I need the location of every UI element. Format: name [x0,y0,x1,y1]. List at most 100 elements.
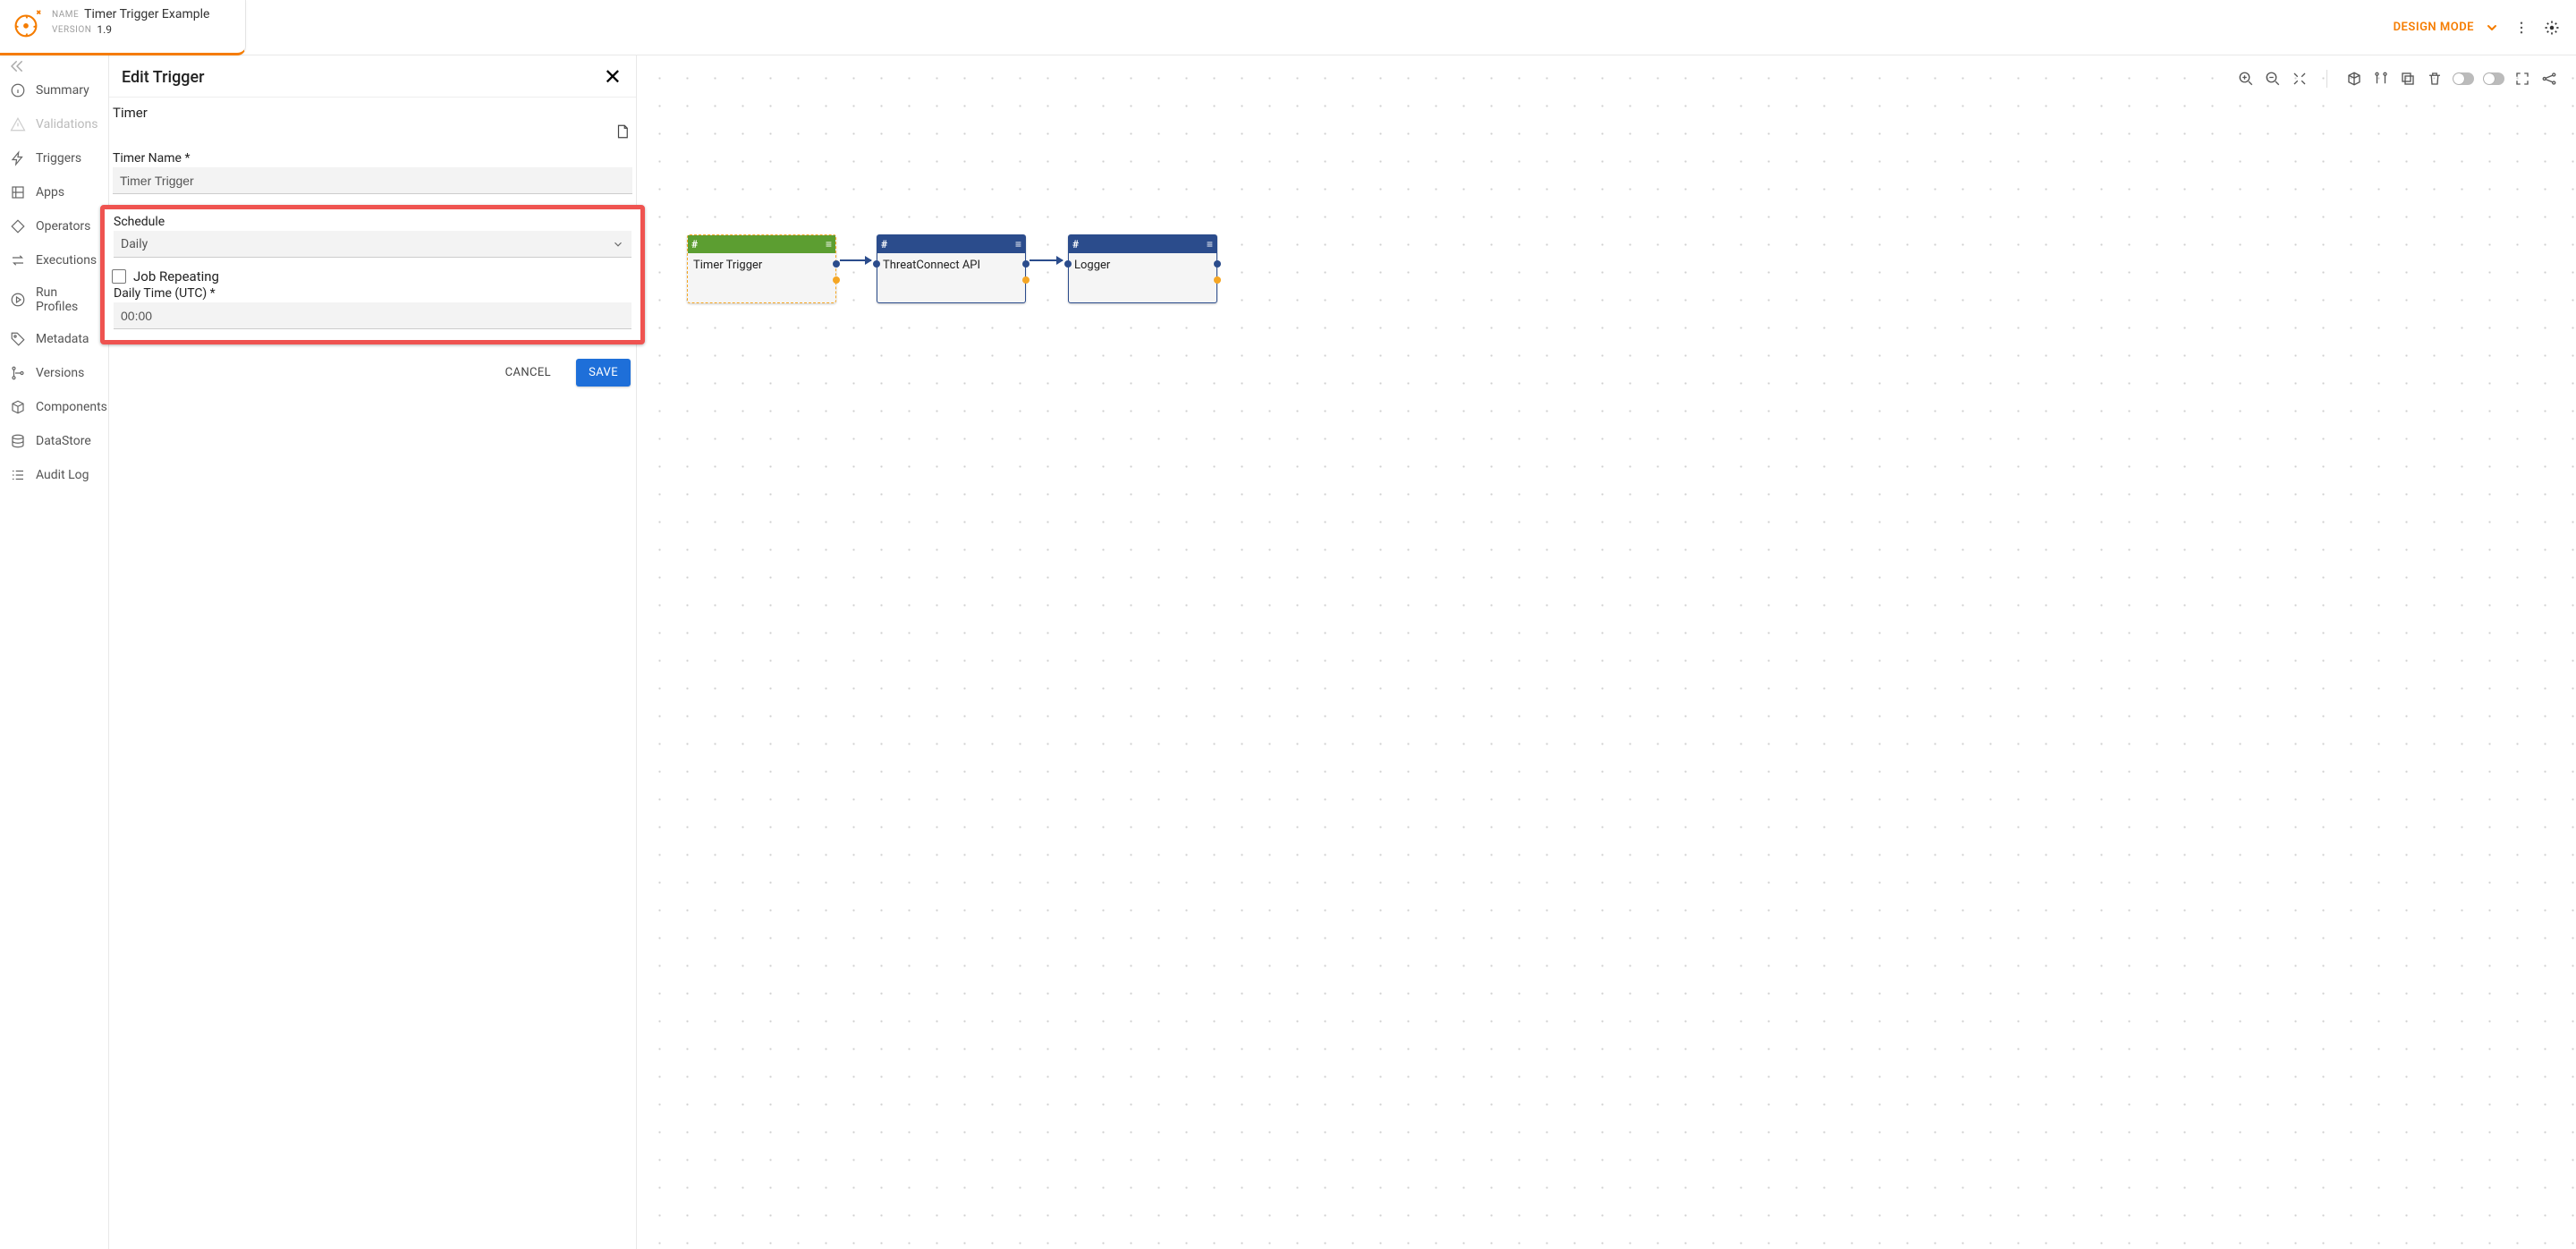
playbook-icon [9,7,43,41]
node-menu-icon[interactable]: ≡ [826,238,832,251]
schedule-highlight-box: Schedule Daily Job Repeating Daily Time … [100,205,645,344]
sidebar-item-label: Executions [36,253,97,268]
warning-icon [9,115,27,133]
daily-time-input[interactable] [114,302,631,329]
info-icon [9,81,27,99]
sidebar-item-triggers[interactable]: Triggers [0,141,108,175]
trigger-type-label: Timer [113,105,148,121]
document-icon[interactable] [614,123,631,144]
schedule-label: Schedule [114,215,631,229]
port-out-fail[interactable] [1214,276,1221,284]
design-mode-button[interactable]: DESIGN MODE [2394,21,2499,35]
timer-name-input[interactable] [113,167,632,194]
hash-icon: # [691,238,698,251]
node-menu-icon[interactable]: ≡ [1015,238,1021,251]
chevron-down-icon [612,238,624,251]
toggle-1[interactable] [2453,72,2474,85]
sidebar-item-label: Validations [36,117,97,132]
port-in[interactable] [1064,260,1072,268]
node-title: Logger [1069,253,1216,277]
copy-icon[interactable] [2399,70,2417,88]
arrows-icon [9,251,27,269]
playbook-header-tab: NAME Timer Trigger Example VERSION 1.9 [0,0,246,55]
port-out-fail[interactable] [1022,276,1030,284]
align-icon[interactable] [2372,70,2390,88]
save-button[interactable]: SAVE [576,359,631,387]
top-toolbar: DESIGN MODE [0,0,2576,55]
panel-title: Edit Trigger [122,68,205,87]
hash-icon: # [881,238,887,251]
list-icon [9,466,27,484]
sidebar-item-datastore[interactable]: DataStore [0,424,108,458]
cube-icon[interactable] [2345,70,2363,88]
sidebar: Summary Validations Triggers Apps Operators E… [0,55,109,1249]
sidebar-item-summary[interactable]: Summary [0,73,108,107]
version-value: 1.9 [97,23,112,36]
fullscreen-icon[interactable] [2513,70,2531,88]
node-titlebar: # ≡ [688,235,835,253]
edge [1030,259,1063,261]
bolt-icon [9,149,27,167]
name-label: NAME [52,10,79,20]
sidebar-item-label: Triggers [36,151,81,166]
tag-icon [9,330,27,348]
node-title: ThreatConnect API [877,253,1025,277]
sidebar-item-operators[interactable]: Operators [0,209,108,243]
sidebar-item-components[interactable]: Components [0,390,108,424]
job-repeating-label: Job Repeating [133,268,219,285]
more-vertical-icon[interactable] [2513,20,2529,36]
node-menu-icon[interactable]: ≡ [1207,238,1213,251]
zoom-out-icon[interactable] [2264,70,2282,88]
canvas-toolbar [2224,66,2571,91]
port-out-success[interactable] [1214,260,1221,268]
hash-icon: # [1072,238,1079,251]
node-titlebar: # ≡ [1069,235,1216,253]
database-icon [9,432,27,450]
sidebar-item-validations: Validations [0,107,108,141]
sidebar-item-label: Apps [36,185,64,200]
sidebar-item-label: Versions [36,366,84,380]
timer-name-label: Timer Name * [113,151,632,166]
sidebar-item-audit-log[interactable]: Audit Log [0,458,108,492]
cube-icon [9,398,27,416]
node-threatconnect-api[interactable]: # ≡ ThreatConnect API [877,234,1026,303]
daily-time-label: Daily Time (UTC) * [114,286,631,301]
port-out-success[interactable] [833,260,840,268]
edge [840,259,871,261]
sidebar-item-label: Summary [36,83,89,98]
schedule-value: Daily [121,237,148,251]
toggle-2[interactable] [2483,72,2504,85]
node-title: Timer Trigger [688,253,835,277]
collapse-sidebar-icon[interactable] [9,59,25,76]
sidebar-item-run-profiles[interactable]: Run Profiles [0,277,108,322]
sidebar-item-label: DataStore [36,434,91,448]
sidebar-item-metadata[interactable]: Metadata [0,322,108,356]
sidebar-item-executions[interactable]: Executions [0,243,108,277]
sidebar-item-label: Components [36,400,107,414]
sidebar-item-label: Metadata [36,332,89,346]
canvas[interactable]: # ≡ Timer Trigger # ≡ ThreatConnect API … [637,55,2576,1249]
version-label: VERSION [52,25,91,35]
port-out-success[interactable] [1022,260,1030,268]
play-icon [9,291,27,309]
sidebar-item-label: Run Profiles [36,285,99,314]
close-icon[interactable]: ✕ [604,66,622,88]
share-icon[interactable] [2540,70,2558,88]
trash-icon[interactable] [2426,70,2444,88]
edit-trigger-panel: Edit Trigger ✕ Timer Timer Name * Schedu… [109,55,637,1249]
sidebar-item-apps[interactable]: Apps [0,175,108,209]
node-logger[interactable]: # ≡ Logger [1068,234,1217,303]
branch-icon [9,364,27,382]
zoom-in-icon[interactable] [2237,70,2255,88]
port-out-fail[interactable] [833,276,840,284]
node-timer-trigger[interactable]: # ≡ Timer Trigger [687,234,836,303]
port-in[interactable] [873,260,880,268]
mode-label: DESIGN MODE [2394,21,2474,34]
settings-gear-icon[interactable] [2544,20,2560,36]
job-repeating-checkbox[interactable] [112,269,126,284]
fit-screen-icon[interactable] [2291,70,2309,88]
cancel-button[interactable]: CANCEL [493,359,564,387]
sidebar-item-versions[interactable]: Versions [0,356,108,390]
chevron-down-icon [2485,21,2499,35]
schedule-select[interactable]: Daily [114,231,631,258]
